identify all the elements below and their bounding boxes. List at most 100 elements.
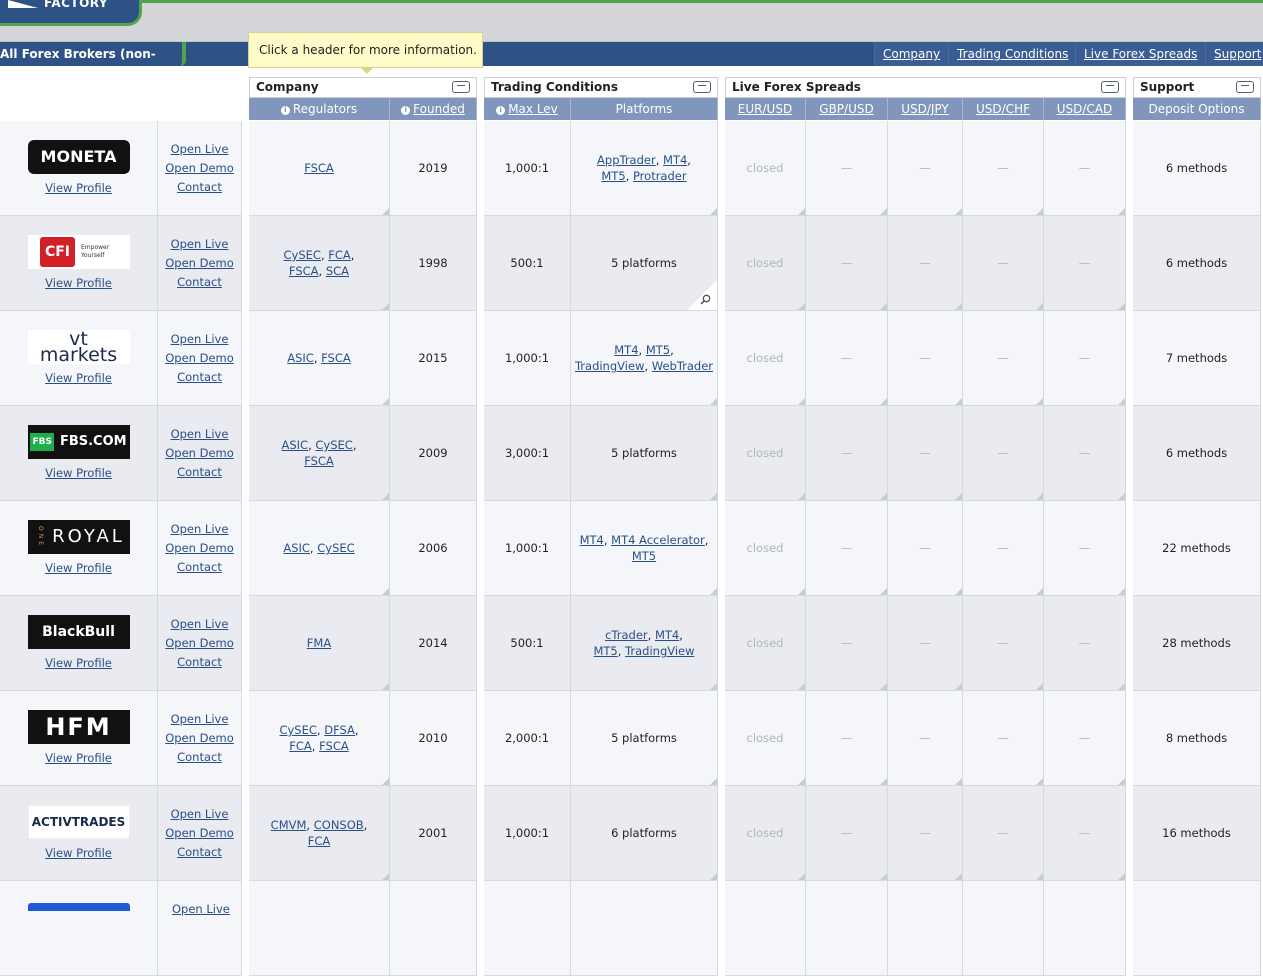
- platform-link[interactable]: MT4: [655, 628, 679, 642]
- regulator-link[interactable]: CySEC: [279, 723, 316, 737]
- regulator-link[interactable]: FSCA: [319, 739, 349, 753]
- regulator-link[interactable]: FSCA: [304, 161, 334, 175]
- column-header-usdchf[interactable]: USD/CHF: [963, 98, 1044, 120]
- expand-icon[interactable]: [1236, 81, 1254, 93]
- open-live-link[interactable]: Open Live: [165, 140, 234, 159]
- open-demo-link[interactable]: Open Demo: [165, 159, 234, 178]
- regulator-link[interactable]: CySEC: [315, 438, 352, 452]
- broker-logo[interactable]: FBS FBS.COM: [27, 425, 130, 459]
- nav-link-company[interactable]: Company: [874, 42, 949, 66]
- regulator-link[interactable]: FMA: [307, 636, 331, 650]
- contact-link[interactable]: Contact: [165, 178, 234, 197]
- contact-link[interactable]: Contact: [165, 558, 234, 577]
- open-live-link[interactable]: Open Live: [165, 520, 234, 539]
- platform-link[interactable]: MT4: [663, 153, 687, 167]
- platform-link[interactable]: cTrader: [605, 628, 648, 642]
- broker-logo[interactable]: ONE ROYAL: [27, 520, 130, 554]
- regulator-link[interactable]: FCA: [328, 248, 351, 262]
- platform-link[interactable]: MT5: [593, 644, 617, 658]
- regulator-link[interactable]: FCA: [308, 834, 331, 848]
- broker-logo[interactable]: [28, 903, 130, 911]
- platform-link[interactable]: TradingView: [625, 644, 694, 658]
- open-demo-link[interactable]: Open Demo: [165, 824, 234, 843]
- view-profile-link[interactable]: View Profile: [45, 180, 112, 196]
- open-demo-link[interactable]: Open Demo: [165, 254, 234, 273]
- expand-icon[interactable]: [693, 81, 711, 93]
- platform-link[interactable]: MT4 Accelerator: [611, 533, 705, 547]
- group-header-support[interactable]: Support: [1133, 77, 1261, 98]
- contact-link[interactable]: Contact: [165, 653, 234, 672]
- platform-link[interactable]: MT4: [614, 343, 638, 357]
- column-header-usdcad[interactable]: USD/CAD: [1044, 98, 1126, 120]
- contact-link[interactable]: Contact: [165, 273, 234, 292]
- view-profile-link[interactable]: View Profile: [45, 275, 112, 291]
- regulator-link[interactable]: ASIC: [282, 438, 309, 452]
- column-header-gbpusd[interactable]: GBP/USD: [806, 98, 888, 120]
- broker-logo[interactable]: HFM: [27, 710, 130, 744]
- broker-logo[interactable]: BlackBull: [27, 615, 130, 649]
- column-header-deposit-options[interactable]: Deposit Options: [1133, 98, 1261, 120]
- open-live-link[interactable]: Open Live: [165, 710, 234, 729]
- expand-icon[interactable]: [452, 81, 470, 93]
- open-live-link[interactable]: Open Live: [165, 330, 234, 349]
- open-live-link[interactable]: Open Live: [165, 235, 234, 254]
- open-live-link[interactable]: Open Live: [165, 615, 234, 634]
- magnifier-icon[interactable]: [700, 293, 711, 305]
- contact-link[interactable]: Contact: [165, 843, 234, 862]
- broker-logo[interactable]: vt markets: [27, 330, 130, 365]
- group-header-live-spreads[interactable]: Live Forex Spreads: [725, 77, 1126, 98]
- column-header-eurusd[interactable]: EUR/USD: [725, 98, 806, 120]
- regulator-link[interactable]: CONSOB: [314, 818, 364, 832]
- open-demo-link[interactable]: Open Demo: [165, 444, 234, 463]
- regulator-link[interactable]: ASIC: [283, 541, 310, 555]
- column-header-max-lev[interactable]: i Max Lev: [484, 98, 571, 120]
- platform-link[interactable]: WebTrader: [652, 359, 713, 373]
- contact-link[interactable]: Contact: [165, 368, 234, 387]
- site-logo[interactable]: FACTORY: [0, 0, 142, 26]
- view-profile-link[interactable]: View Profile: [45, 750, 112, 766]
- regulator-link[interactable]: FSCA: [289, 264, 319, 278]
- platform-link[interactable]: AppTrader: [597, 153, 656, 167]
- broker-logo[interactable]: ACTIVTRADES: [27, 805, 130, 839]
- open-live-link[interactable]: Open Live: [165, 805, 234, 824]
- contact-link[interactable]: Contact: [165, 463, 234, 482]
- platform-link[interactable]: Protrader: [633, 169, 687, 183]
- regulator-link[interactable]: CMVM: [271, 818, 307, 832]
- regulator-link[interactable]: CySEC: [284, 248, 321, 262]
- view-profile-link[interactable]: View Profile: [45, 370, 112, 386]
- contact-link[interactable]: Contact: [165, 748, 234, 767]
- regulator-link[interactable]: DFSA: [324, 723, 355, 737]
- open-live-link[interactable]: Open Live: [165, 425, 234, 444]
- expand-icon[interactable]: [1101, 81, 1119, 93]
- regulator-link[interactable]: FSCA: [304, 454, 334, 468]
- column-header-platforms[interactable]: Platforms: [571, 98, 718, 120]
- platform-link[interactable]: TradingView: [575, 359, 644, 373]
- regulator-link[interactable]: ASIC: [287, 351, 314, 365]
- view-profile-link[interactable]: View Profile: [45, 655, 112, 671]
- open-demo-link[interactable]: Open Demo: [165, 539, 234, 558]
- regulator-link[interactable]: CySEC: [317, 541, 354, 555]
- nav-link-support[interactable]: Support: [1205, 42, 1263, 66]
- open-demo-link[interactable]: Open Demo: [165, 634, 234, 653]
- broker-logo[interactable]: CFI Empower Yourself: [27, 235, 130, 269]
- group-header-trading-conditions[interactable]: Trading Conditions: [484, 77, 718, 98]
- view-profile-link[interactable]: View Profile: [45, 560, 112, 576]
- nav-link-trading-conditions[interactable]: Trading Conditions: [948, 42, 1077, 66]
- column-header-regulators[interactable]: i Regulators: [249, 98, 390, 120]
- regulator-link[interactable]: FSCA: [321, 351, 351, 365]
- open-demo-link[interactable]: Open Demo: [165, 349, 234, 368]
- platform-link[interactable]: MT5: [601, 169, 625, 183]
- nav-link-live-forex-spreads[interactable]: Live Forex Spreads: [1075, 42, 1206, 66]
- platform-link[interactable]: MT4: [580, 533, 604, 547]
- regulator-link[interactable]: SCA: [326, 264, 349, 278]
- open-live-link[interactable]: Open Live: [172, 902, 230, 916]
- platform-link[interactable]: MT5: [632, 549, 656, 563]
- group-header-company[interactable]: Company: [249, 77, 477, 98]
- open-demo-link[interactable]: Open Demo: [165, 729, 234, 748]
- column-header-founded[interactable]: i Founded: [390, 98, 477, 120]
- column-header-usdjpy[interactable]: USD/JPY: [888, 98, 963, 120]
- broker-logo[interactable]: MONETA: [27, 140, 130, 174]
- regulator-link[interactable]: FCA: [289, 739, 312, 753]
- view-profile-link[interactable]: View Profile: [45, 845, 112, 861]
- platform-link[interactable]: MT5: [646, 343, 670, 357]
